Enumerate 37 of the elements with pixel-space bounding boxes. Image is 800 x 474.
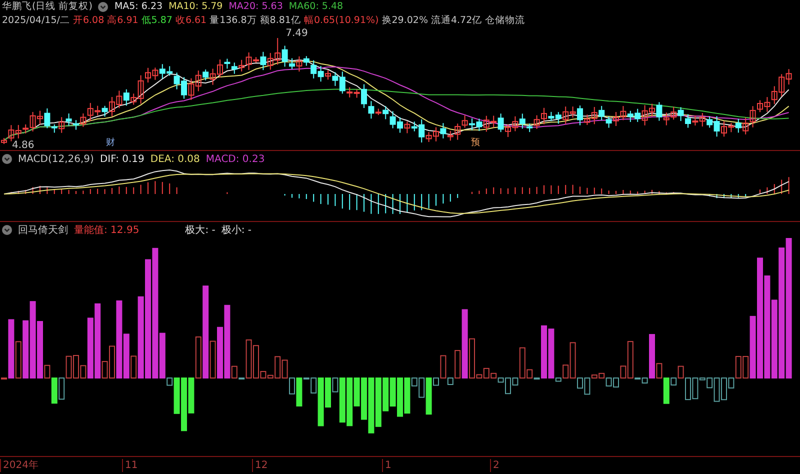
axis-label: 2	[490, 459, 500, 472]
ma-value: MA10: 5.79	[168, 0, 223, 14]
stock-name: 华鹏飞	[2, 0, 32, 14]
quote-field: 高6.91	[107, 14, 138, 28]
quote-field: 幅0.65(10.91%)	[304, 14, 379, 28]
chevron-down-icon[interactable]	[2, 154, 12, 164]
quote-field: 低5.87	[141, 14, 172, 28]
quote-field: 收6.61	[175, 14, 207, 28]
quote-field: 额8.81亿	[260, 14, 301, 28]
indicator-value: MACD: 0.23	[206, 152, 265, 166]
quote-field: 2025/04/15/二	[2, 14, 70, 28]
axis-label: 11	[122, 459, 138, 472]
chevron-down-icon[interactable]	[98, 2, 108, 12]
quote-field: 仓储物流	[485, 14, 526, 28]
quote-field: 开6.08	[72, 14, 104, 28]
quote-field: 换29.02%	[382, 14, 428, 28]
ma-value: MA60: 5.48	[288, 0, 344, 14]
quote-field: 量136.8万	[210, 14, 257, 28]
indicator-value: DIF: 0.19	[100, 152, 144, 166]
period-label: (日线 前复权)	[32, 0, 92, 14]
price-high-label: 7.49	[286, 28, 308, 39]
chevron-down-icon[interactable]	[2, 225, 12, 235]
price-low-label: 4.86	[12, 140, 34, 151]
indicator-value: DEA: 0.08	[150, 152, 200, 166]
ma-value: MA20: 5.63	[228, 0, 283, 14]
min-label: 极小: -	[221, 224, 252, 238]
ma-value: MA5: 6.23	[114, 0, 163, 14]
event-marker[interactable]: 财	[105, 138, 116, 148]
axis-label: 1	[382, 459, 392, 472]
axis-label: 12	[252, 459, 268, 472]
event-marker[interactable]: 预	[470, 138, 481, 148]
indicator-name: MACD(12,26,9)	[18, 152, 94, 166]
axis-label: 2024年	[0, 459, 38, 472]
indicator-name: 回马倚天剑	[18, 224, 68, 238]
indicator-value: 量能值: 12.95	[74, 224, 140, 238]
max-label: 极大: -	[185, 224, 216, 238]
quote-field: 流通4.72亿	[430, 14, 482, 28]
